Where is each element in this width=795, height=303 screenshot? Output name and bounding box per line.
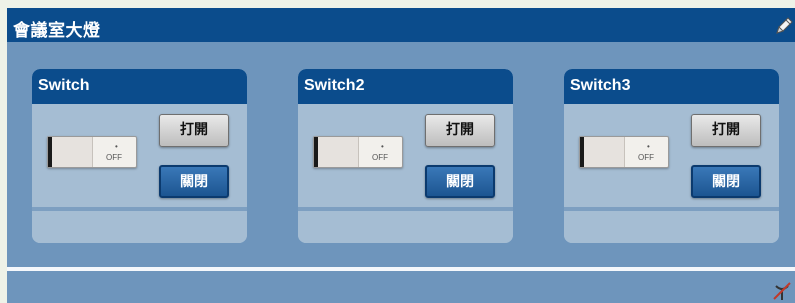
panel-footer [32, 211, 247, 243]
toggle-indicator-dot: • [381, 142, 384, 151]
toggle-state-label: OFF [106, 153, 122, 162]
panel-title: Switch [38, 77, 90, 94]
panel-title: Switch3 [570, 77, 631, 94]
open-button[interactable]: 打開 [425, 114, 495, 147]
toggle-state-label: OFF [638, 153, 654, 162]
panel-title: Switch2 [304, 77, 365, 94]
toggle-indicator-dot: • [647, 142, 650, 151]
device-card: 會議室大燈 Switch • OFF 打開 關閉 Switch2 • OFF 打… [7, 8, 795, 303]
power-toggle[interactable]: • OFF [579, 136, 669, 168]
toggle-knob [48, 137, 93, 167]
panel-header: Switch3 [564, 69, 779, 104]
toggle-state-label: OFF [372, 153, 388, 162]
open-button[interactable]: 打開 [159, 114, 229, 147]
panel-footer [564, 211, 779, 243]
switch2-panel: Switch2 • OFF 打開 關閉 [298, 69, 513, 243]
title-bar: 會議室大燈 [7, 8, 795, 42]
panel-header: Switch2 [298, 69, 513, 104]
switch-panel: Switch • OFF 打開 關閉 [32, 69, 247, 243]
page-title: 會議室大燈 [13, 21, 101, 40]
status-bar [7, 271, 795, 303]
power-toggle[interactable]: • OFF [47, 136, 137, 168]
panel-header: Switch [32, 69, 247, 104]
antenna-crossed-icon [771, 280, 793, 302]
close-button[interactable]: 關閉 [425, 165, 495, 198]
panel-footer [298, 211, 513, 243]
close-button[interactable]: 關閉 [691, 165, 761, 198]
open-button[interactable]: 打開 [691, 114, 761, 147]
toggle-indicator-dot: • [115, 142, 118, 151]
toggle-knob [580, 137, 625, 167]
toggle-knob [314, 137, 359, 167]
switch3-panel: Switch3 • OFF 打開 關閉 [564, 69, 779, 243]
pencil-icon[interactable] [773, 15, 795, 37]
close-button[interactable]: 關閉 [159, 165, 229, 198]
power-toggle[interactable]: • OFF [313, 136, 403, 168]
